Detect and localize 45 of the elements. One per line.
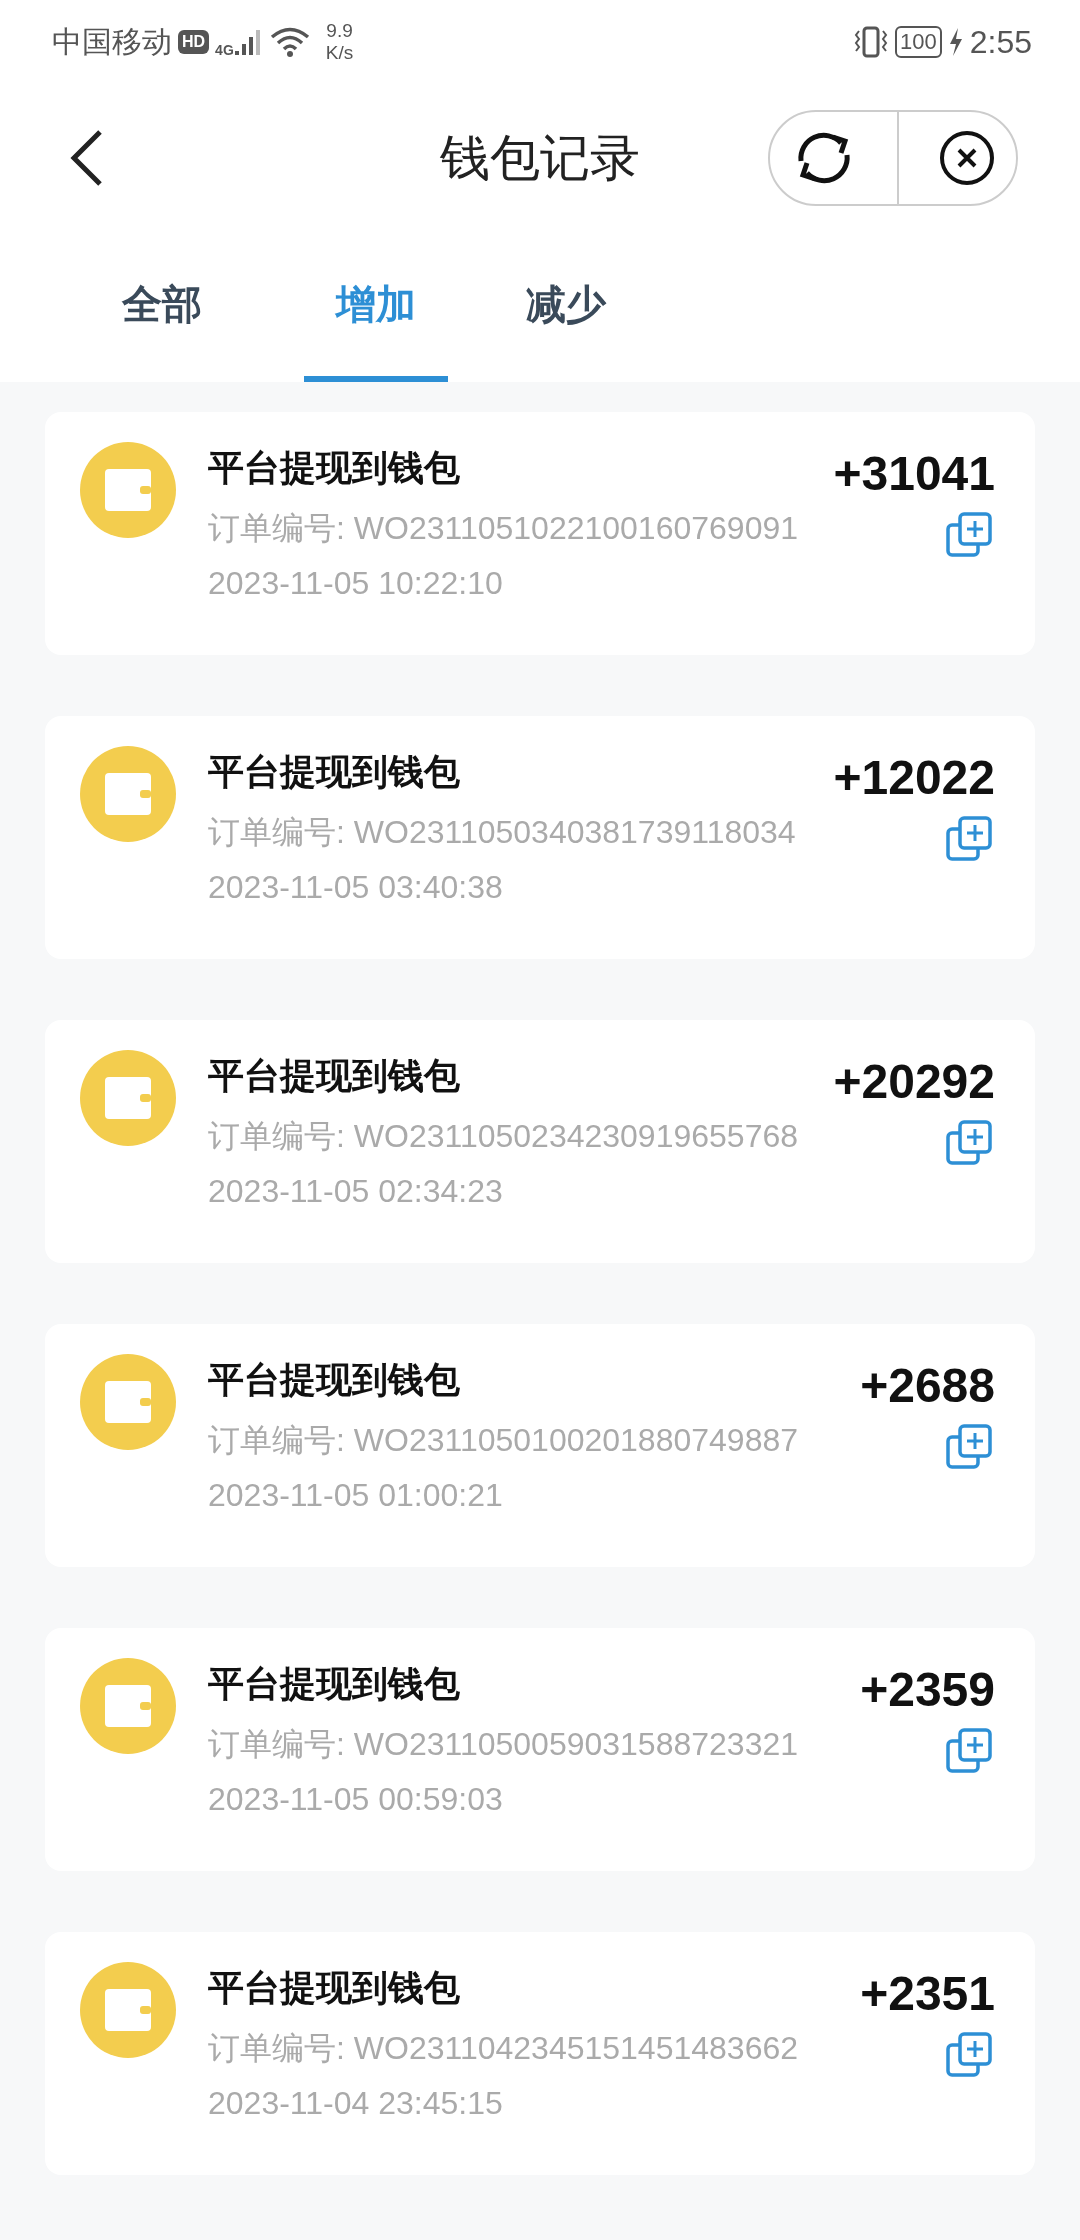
record-title: 平台提现到钱包 xyxy=(208,750,461,794)
record-time: 2023-11-05 03:40:38 xyxy=(208,869,504,906)
charging-icon xyxy=(947,27,964,57)
close-icon[interactable] xyxy=(937,128,997,188)
record-title: 平台提现到钱包 xyxy=(208,1966,461,2010)
network-type: 4G xyxy=(215,42,234,58)
speed-value: 9.9 xyxy=(326,20,353,42)
record-title: 平台提现到钱包 xyxy=(208,1662,461,1706)
wallet-icon xyxy=(80,1658,176,1754)
order-number: 订单编号: WO2311042345151451483662 xyxy=(208,2030,799,2066)
tab[interactable]: 增加 xyxy=(304,232,448,382)
record-title: 平台提现到钱包 xyxy=(208,446,461,490)
vibrate-icon xyxy=(853,25,889,59)
battery-indicator: 100 xyxy=(895,26,942,58)
wallet-icon xyxy=(80,1354,176,1450)
record-title: 平台提现到钱包 xyxy=(208,1054,461,1098)
order-number: 订单编号: WO2311051022100160769091 xyxy=(208,510,799,546)
amount: +31041 xyxy=(833,446,995,501)
wallet-icon xyxy=(80,442,176,538)
record-title: 平台提现到钱包 xyxy=(208,1358,461,1402)
order-number: 订单编号: WO2311050100201880749887 xyxy=(208,1422,799,1458)
record-time: 2023-11-05 02:34:23 xyxy=(208,1173,504,1210)
order-number: 订单编号: WO2311050234230919655768 xyxy=(208,1118,799,1154)
record-time: 2023-11-05 00:59:03 xyxy=(208,1781,504,1818)
amount: +12022 xyxy=(833,750,995,805)
order-number: 订单编号: WO2311050340381739118034 xyxy=(208,814,796,850)
hd-badge: HD xyxy=(178,30,210,54)
record-time: 2023-11-05 10:22:10 xyxy=(208,565,504,602)
tab[interactable]: 减少 xyxy=(494,232,638,382)
wallet-icon xyxy=(80,1962,176,2058)
amount: +2359 xyxy=(860,1662,995,1717)
page-title: 钱包记录 xyxy=(440,128,640,188)
wallet-icon xyxy=(80,746,176,842)
speed-unit: K/s xyxy=(325,42,354,64)
amount: +20292 xyxy=(833,1054,995,1109)
amount: +2351 xyxy=(860,1966,995,2021)
tab[interactable]: 全部 xyxy=(112,232,212,382)
record-time: 2023-11-05 01:00:21 xyxy=(208,1477,504,1514)
carrier-name: 中国移动 xyxy=(52,23,172,60)
wifi-icon xyxy=(269,26,310,58)
clock-time: 2:55 xyxy=(969,23,1032,61)
wallet-icon xyxy=(80,1050,176,1146)
record-time: 2023-11-04 23:45:15 xyxy=(208,2085,504,2122)
order-number: 订单编号: WO2311050059031588723321 xyxy=(208,1726,799,1762)
amount: +2688 xyxy=(860,1358,995,1413)
